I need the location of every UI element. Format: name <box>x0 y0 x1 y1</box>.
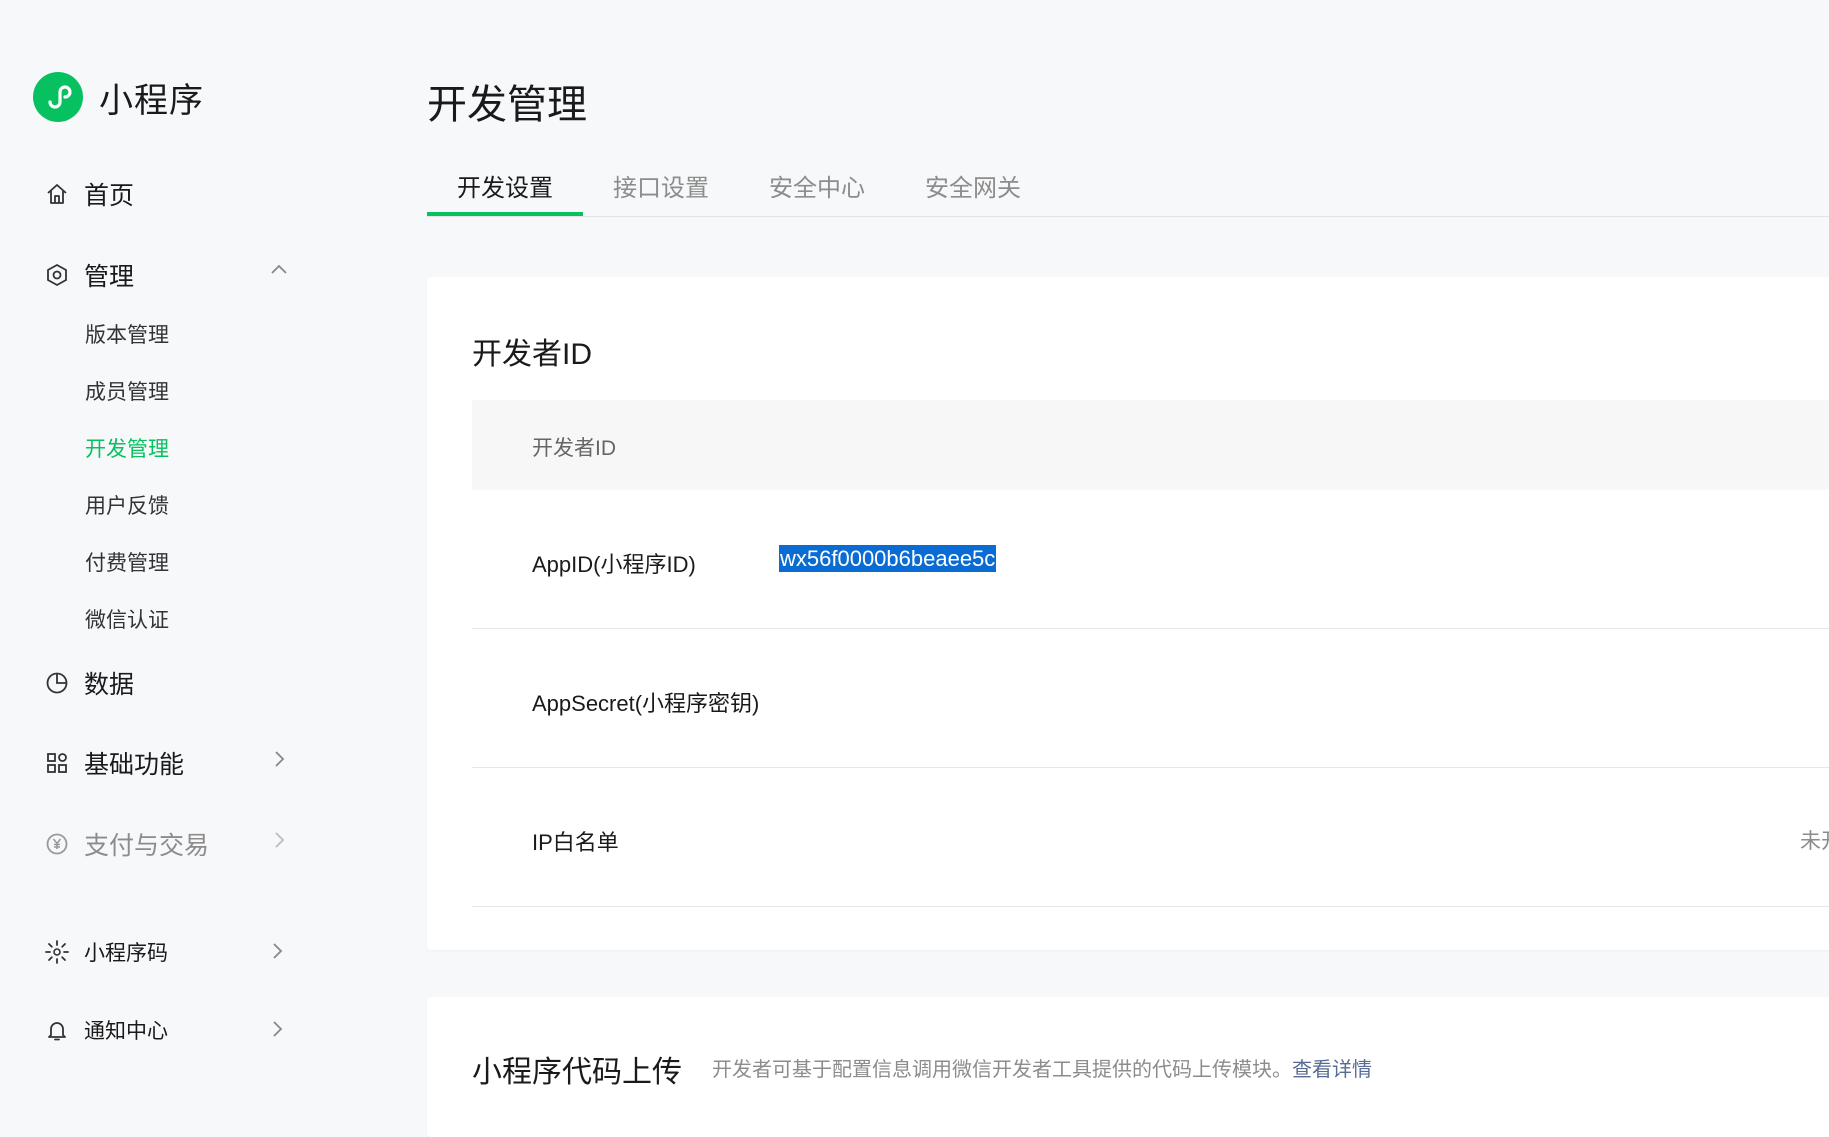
sun-code-icon <box>44 939 70 965</box>
tab-api-settings[interactable]: 接口设置 <box>613 168 709 203</box>
code-upload-desc-text: 开发者可基于配置信息调用微信开发者工具提供的代码上传模块。 <box>712 1059 1292 1081</box>
table-header: 开发者ID <box>472 400 1829 490</box>
nav-data-label: 数据 <box>84 671 135 699</box>
table-row-ip-whitelist: IP白名单 未开 <box>472 768 1829 907</box>
settings-hex-icon <box>44 262 70 288</box>
bell-icon <box>44 1017 70 1043</box>
appsecret-label: AppSecret(小程序密钥) <box>532 691 760 716</box>
chevron-right-icon[interactable] <box>268 748 290 770</box>
appid-value[interactable]: wx56f0000b6beaee5c <box>779 545 997 572</box>
table-header-label: 开发者ID <box>532 437 616 460</box>
developer-id-card: 开发者ID 开发者ID AppID(小程序ID) wx56f0000b6beae… <box>427 277 1829 950</box>
code-upload-card: 小程序代码上传 开发者可基于配置信息调用微信开发者工具提供的代码上传模块。查看详… <box>427 997 1829 1137</box>
nav-basic[interactable]: 基础功能 <box>44 745 184 781</box>
chevron-right-icon[interactable] <box>266 1018 288 1040</box>
sidebar-item-version[interactable]: 版本管理 <box>85 319 169 349</box>
nav-pay[interactable]: 支付与交易 <box>44 826 209 862</box>
nav-manage[interactable]: 管理 <box>44 257 134 293</box>
table-row-appid: AppID(小程序ID) wx56f0000b6beaee5c <box>472 490 1829 629</box>
nav-qrcode[interactable]: 小程序码 <box>44 937 168 967</box>
ip-whitelist-label: IP白名单 <box>532 830 619 855</box>
mini-program-logo-icon <box>33 72 83 122</box>
app-name: 小程序 <box>99 81 204 120</box>
nav-manage-label: 管理 <box>84 263 135 291</box>
sidebar-item-billing[interactable]: 付费管理 <box>85 547 169 577</box>
nav-qrcode-label: 小程序码 <box>84 942 168 965</box>
nav-notify-label: 通知中心 <box>84 1020 168 1043</box>
ip-whitelist-status: 未开 <box>1800 830 1829 853</box>
chevron-right-icon[interactable] <box>266 940 288 962</box>
chevron-up-icon[interactable] <box>268 259 290 281</box>
active-tab-indicator <box>427 212 583 216</box>
nav-data[interactable]: 数据 <box>44 665 134 701</box>
view-details-link[interactable]: 查看详情 <box>1292 1059 1372 1081</box>
nav-notify[interactable]: 通知中心 <box>44 1015 168 1045</box>
page-title: 开发管理 <box>427 83 587 127</box>
nav-home-label: 首页 <box>84 182 135 210</box>
yuan-icon <box>44 831 70 857</box>
appid-label: AppID(小程序ID) <box>532 552 696 577</box>
sidebar: 小程序 首页 管理 版本管理 成员管理 开发管理 用户反馈 付费管理 微信认证 … <box>0 0 390 1093</box>
table-row-appsecret: AppSecret(小程序密钥) <box>472 629 1829 768</box>
sidebar-item-dev-manage[interactable]: 开发管理 <box>85 433 169 463</box>
code-upload-title: 小程序代码上传 <box>472 1056 682 1089</box>
chevron-right-icon[interactable] <box>268 829 290 851</box>
sidebar-item-feedback[interactable]: 用户反馈 <box>85 490 169 520</box>
developer-id-title: 开发者ID <box>472 338 592 371</box>
nav-basic-label: 基础功能 <box>84 751 185 779</box>
sidebar-item-members[interactable]: 成员管理 <box>85 376 169 406</box>
sidebar-item-wechat-verify[interactable]: 微信认证 <box>85 604 169 634</box>
grid-icon <box>44 750 70 776</box>
home-icon <box>44 181 70 207</box>
nav-pay-label: 支付与交易 <box>84 832 210 860</box>
tab-dev-settings[interactable]: 开发设置 <box>457 168 553 203</box>
pie-chart-icon <box>44 670 70 696</box>
code-upload-description: 开发者可基于配置信息调用微信开发者工具提供的代码上传模块。查看详情 <box>712 1053 1372 1082</box>
app-logo[interactable]: 小程序 <box>33 72 204 122</box>
nav-home[interactable]: 首页 <box>44 176 134 212</box>
tab-security-gateway[interactable]: 安全网关 <box>925 168 1021 203</box>
tab-bar: 开发设置 接口设置 安全中心 安全网关 <box>427 148 1829 217</box>
tab-security-center[interactable]: 安全中心 <box>769 168 865 203</box>
